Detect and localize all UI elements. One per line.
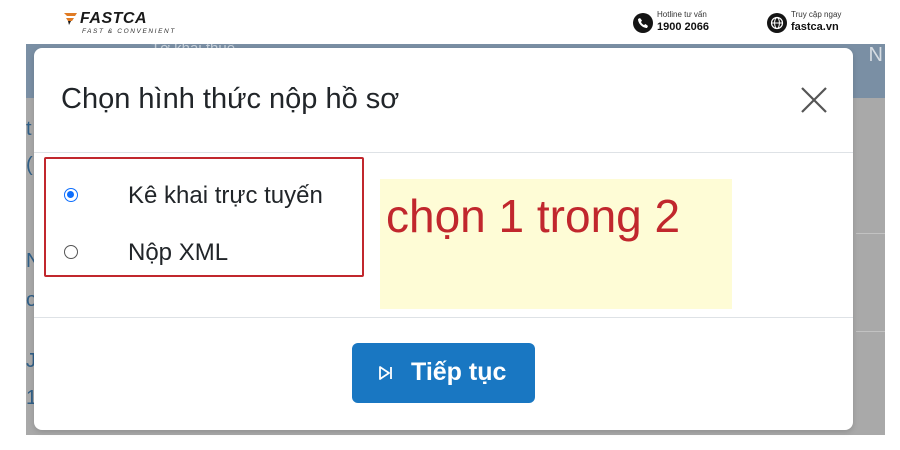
annotation-note: chọn 1 trong 2 [380, 179, 732, 309]
header-divider [34, 152, 853, 153]
background-text: ( [26, 154, 33, 176]
annotation-text: chọn 1 trong 2 [386, 190, 681, 242]
dialog-title: Chọn hình thức nộp hồ sơ [61, 83, 400, 115]
background-divider [856, 233, 885, 234]
brand-header: FASTCA FAST & CONVENIENT Hotline tư vấn … [0, 0, 900, 44]
submission-method-dialog: Chọn hình thức nộp hồ sơ Kê khai trực tu… [34, 48, 853, 430]
hotline-number: 1900 2066 [657, 21, 709, 33]
logo-mark-icon [64, 13, 77, 25]
option-submit-xml[interactable]: Nộp XML [46, 234, 362, 274]
brand-tagline: FAST & CONVENIENT [82, 28, 176, 35]
phone-icon [633, 13, 653, 33]
option-label: Nộp XML [128, 239, 229, 266]
continue-label: Tiếp tục [411, 358, 507, 386]
hotline-label: Hotline tư vấn [657, 10, 707, 19]
skip-forward-icon [379, 366, 392, 380]
option-online-declaration[interactable]: Kê khai trực tuyến [46, 177, 362, 217]
globe-icon [767, 13, 787, 33]
radio-online-declaration[interactable] [64, 188, 78, 202]
background-text: t [26, 118, 32, 140]
website-label: Truy cập ngay [791, 10, 842, 19]
close-button[interactable] [794, 80, 834, 120]
background-header-right: N [868, 44, 883, 66]
close-icon [801, 87, 827, 113]
options-highlight-box: Kê khai trực tuyến Nộp XML [44, 157, 364, 277]
radio-submit-xml[interactable] [64, 245, 78, 259]
footer-divider [34, 317, 853, 318]
website-url: fastca.vn [791, 21, 839, 33]
continue-button[interactable]: Tiếp tục [352, 343, 535, 403]
option-label: Kê khai trực tuyến [128, 182, 323, 209]
background-divider [856, 331, 885, 332]
brand-name: FASTCA [80, 10, 147, 27]
